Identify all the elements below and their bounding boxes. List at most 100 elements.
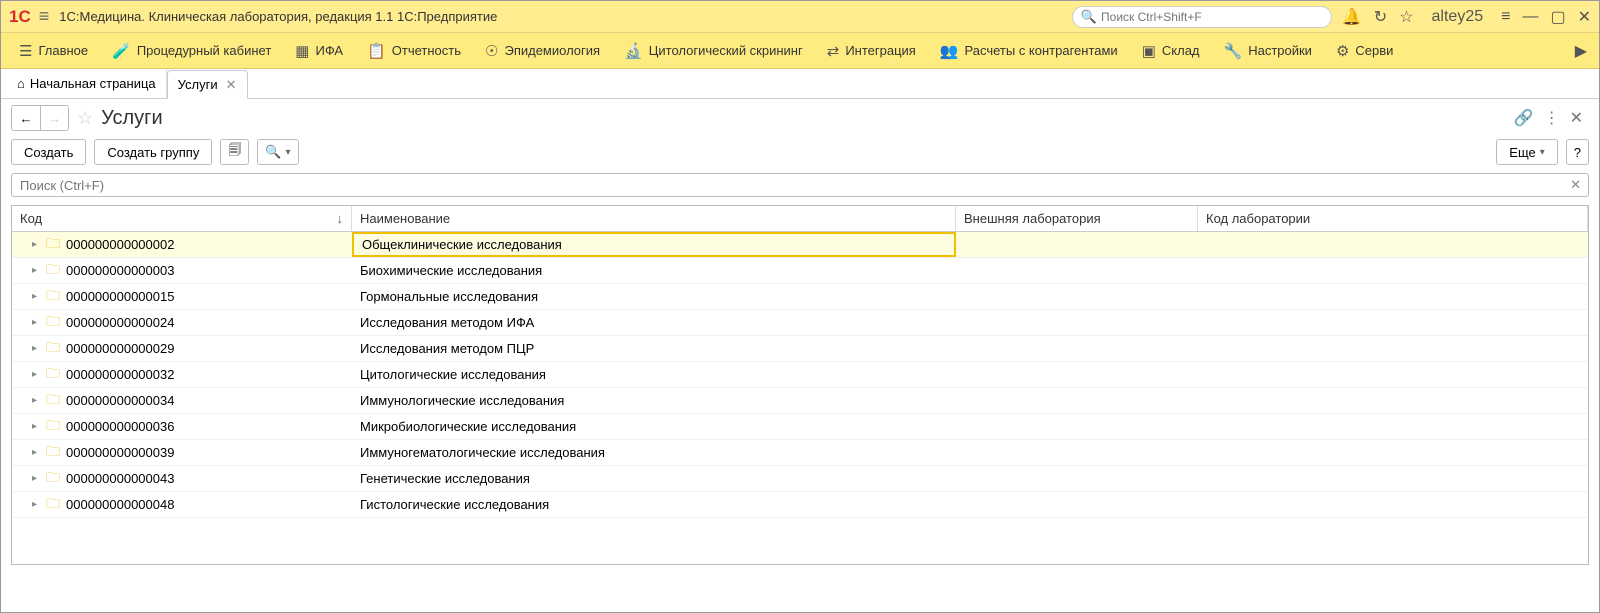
expand-icon[interactable]: ▸ [32, 395, 40, 406]
cell-lab-code [1198, 492, 1588, 517]
code-text: 000000000000039 [66, 445, 174, 460]
code-text: 000000000000036 [66, 419, 174, 434]
folder-icon: 🗀 [46, 467, 60, 491]
table-body: ▸🗀000000000000002Общеклинические исследо… [12, 232, 1588, 518]
table-row[interactable]: ▸🗀000000000000015Гормональные исследован… [12, 284, 1588, 310]
main-menu-icon[interactable]: ≡ [39, 6, 50, 27]
expand-icon[interactable]: ▸ [32, 317, 40, 328]
column-name[interactable]: Наименование [352, 206, 956, 231]
expand-icon[interactable]: ▸ [32, 447, 40, 458]
table-row[interactable]: ▸🗀000000000000003Биохимические исследова… [12, 258, 1588, 284]
menu-service[interactable]: ⚙Серви [1324, 33, 1405, 68]
expand-icon[interactable]: ▸ [32, 369, 40, 380]
folder-icon: 🗀 [46, 441, 60, 465]
table-row[interactable]: ▸🗀000000000000043Генетические исследован… [12, 466, 1588, 492]
expand-icon[interactable]: ▸ [32, 265, 40, 276]
table-row[interactable]: ▸🗀000000000000029Исследования методом ПЦ… [12, 336, 1588, 362]
copy-icon: 🗐 [228, 141, 241, 163]
bell-icon[interactable]: 🔔 [1342, 7, 1362, 27]
cell-name: Гистологические исследования [352, 492, 956, 517]
folder-icon: 🗀 [46, 389, 60, 413]
table-row[interactable]: ▸🗀000000000000048Гистологические исследо… [12, 492, 1588, 518]
link-icon[interactable]: 🔗 [1514, 108, 1534, 128]
target-icon: ☉ [485, 42, 498, 60]
find-button[interactable]: 🔍▾ [257, 139, 298, 165]
filter-icon[interactable]: ≡ [1501, 8, 1510, 26]
more-button[interactable]: Еще▾ [1496, 139, 1557, 165]
create-group-button[interactable]: Создать группу [94, 139, 212, 165]
table-row[interactable]: ▸🗀000000000000024Исследования методом ИФ… [12, 310, 1588, 336]
expand-icon[interactable]: ▸ [32, 291, 40, 302]
cell-code: ▸🗀000000000000029 [12, 336, 352, 361]
code-text: 000000000000002 [66, 237, 174, 252]
favorite-icon[interactable]: ☆ [77, 108, 93, 129]
global-search-input[interactable] [1101, 10, 1323, 24]
menu-warehouse[interactable]: ▣Склад [1130, 33, 1212, 68]
menu-scroll-right-icon[interactable]: ▶ [1569, 41, 1593, 61]
table-search-input[interactable] [11, 173, 1589, 197]
cell-code: ▸🗀000000000000003 [12, 258, 352, 283]
menu-reports[interactable]: 📋Отчетность [355, 33, 473, 68]
menu-cytology[interactable]: 🔬Цитологический скрининг [612, 33, 815, 68]
expand-icon[interactable]: ▸ [32, 473, 40, 484]
menu-contracts[interactable]: 👥Расчеты с контрагентами [928, 33, 1130, 68]
tab-close-icon[interactable]: ✕ [226, 77, 237, 93]
table-header: Код ↓ Наименование Внешняя лаборатория К… [12, 206, 1588, 232]
cell-lab-code [1198, 466, 1588, 491]
cell-ext-lab [956, 414, 1198, 439]
cell-ext-lab [956, 362, 1198, 387]
table-row[interactable]: ▸ 🗀 000000000000036 Микробиологические иссл… [12, 414, 1588, 440]
create-button[interactable]: Создать [11, 139, 86, 165]
expand-icon[interactable]: ▸ [32, 239, 40, 250]
close-window-icon[interactable]: ✕ [1578, 7, 1591, 27]
help-button[interactable]: ? [1566, 139, 1589, 165]
cell-ext-lab [956, 284, 1198, 309]
cell-code: ▸🗀000000000000015 [12, 284, 352, 309]
search-icon: 🔍 [265, 144, 281, 160]
column-code[interactable]: Код ↓ [12, 206, 352, 231]
table-row[interactable]: ▸🗀000000000000039Иммуногематологические … [12, 440, 1588, 466]
close-page-icon[interactable]: ✕ [1570, 108, 1583, 128]
cell-name: Исследования методом ИФА [352, 310, 956, 335]
nav-forward-button[interactable]: → [40, 106, 68, 130]
folder-icon: 🗀 [46, 259, 60, 283]
cell-lab-code [1198, 310, 1588, 335]
username-label[interactable]: altey25 [1432, 8, 1484, 26]
folder-icon: 🗀 [46, 337, 60, 361]
expand-icon[interactable]: ▸ [32, 343, 40, 354]
kebab-icon[interactable]: ⋮ [1544, 108, 1560, 128]
menu-settings[interactable]: 🔧Настройки [1212, 33, 1324, 68]
menu-integration[interactable]: ⇄Интеграция [815, 33, 928, 68]
table-row[interactable]: ▸ 🗀 000000000000034 Иммунологические исслед… [12, 388, 1588, 414]
cell-code: ▸🗀000000000000024 [12, 310, 352, 335]
table-row[interactable]: ▸🗀000000000000032Цитологические исследов… [12, 362, 1588, 388]
history-icon[interactable]: ↻ [1374, 7, 1387, 27]
cell-name: Иммунологические исследования [352, 388, 956, 413]
tab-services[interactable]: Услуги ✕ [167, 70, 248, 99]
column-ext-lab[interactable]: Внешняя лаборатория [956, 206, 1198, 231]
cell-code: ▸ 🗀 000000000000036 [12, 414, 352, 439]
minimize-icon[interactable]: — [1522, 8, 1538, 26]
column-lab-code[interactable]: Код лаборатории [1198, 206, 1588, 231]
cell-ext-lab [956, 466, 1198, 491]
clear-filter-icon[interactable]: ✕ [1570, 177, 1581, 193]
cell-name: Микробиологические исследования [352, 414, 956, 439]
menu-main[interactable]: ☰Главное [7, 33, 100, 68]
menu-ifa[interactable]: ▦ИФА [283, 33, 355, 68]
global-search[interactable]: 🔍 [1072, 6, 1332, 28]
app-logo: 1C [9, 7, 31, 27]
star-icon[interactable]: ☆ [1399, 7, 1413, 27]
nav-back-button[interactable]: ← [12, 106, 40, 130]
expand-icon[interactable]: ▸ [32, 421, 40, 432]
copy-button[interactable]: 🗐 [220, 139, 249, 165]
expand-icon[interactable]: ▸ [32, 499, 40, 510]
maximize-icon[interactable]: ▢ [1550, 7, 1565, 27]
code-text: 000000000000034 [66, 393, 174, 408]
chevron-down-icon: ▾ [1540, 147, 1545, 158]
folder-icon: 🗀 [46, 415, 60, 439]
menu-epidemiology[interactable]: ☉Эпидемиология [473, 33, 612, 68]
tab-home[interactable]: ⌂ Начальная страница [7, 69, 167, 98]
cell-ext-lab [956, 492, 1198, 517]
menu-procedure[interactable]: 🧪Процедурный кабинет [100, 33, 283, 68]
table-row[interactable]: ▸🗀000000000000002Общеклинические исследо… [12, 232, 1588, 258]
